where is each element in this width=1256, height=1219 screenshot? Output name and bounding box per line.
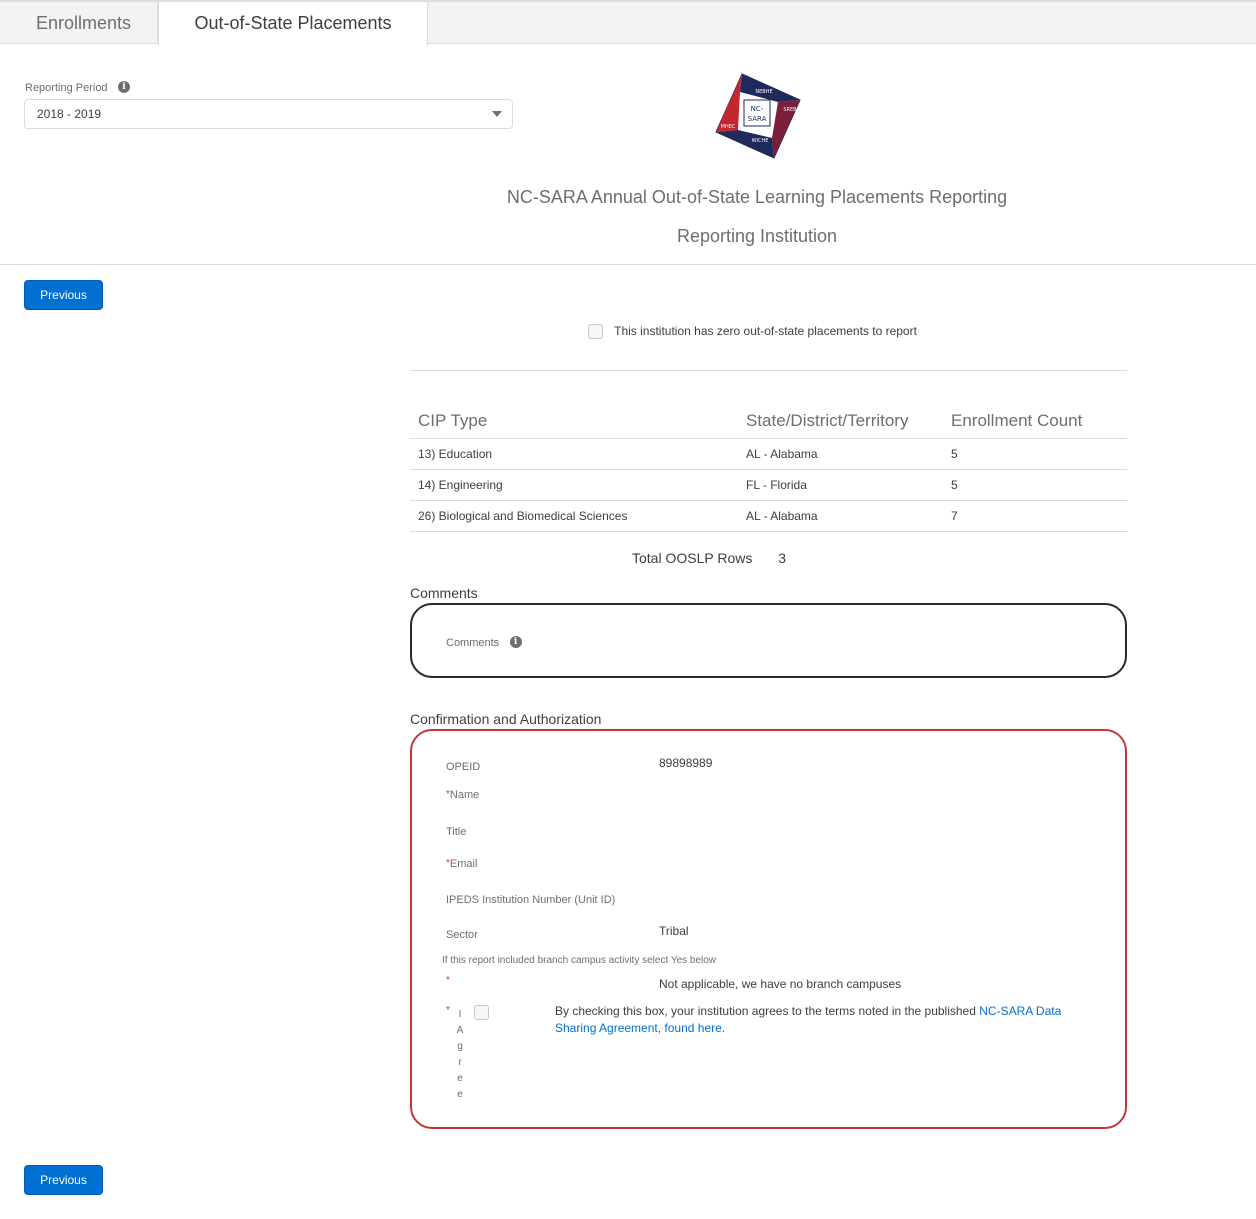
branch-required-marker: * <box>446 975 450 987</box>
zero-placements-row: This institution has zero out-of-state p… <box>588 324 917 340</box>
opeid-label: OPEID <box>446 761 481 773</box>
tab-bar: Enrollments Out-of-State Placements <box>0 0 1256 46</box>
reporting-period-label: Reporting Period i <box>25 78 131 96</box>
comments-label: Comments i <box>446 633 522 651</box>
logo-top-text: NEBHE <box>755 89 772 95</box>
email-label-text: Email <box>449 858 478 870</box>
placements-table: CIP Type State/District/Territory Enroll… <box>410 404 1127 532</box>
agree-terms-text: By checking this box, your institution a… <box>555 1003 1095 1037</box>
agree-terms-body: By checking this box, your institution a… <box>555 1004 980 1018</box>
total-rows-label: Total OOSLP Rows <box>632 550 753 566</box>
table-row: 13) Education AL - Alabama 5 <box>410 438 1127 470</box>
reporting-period-value: 2018 - 2019 <box>37 107 102 121</box>
required-marker: * <box>446 975 450 986</box>
cell-cip-type: 13) Education <box>410 438 738 470</box>
comments-section-title: Comments <box>410 585 478 601</box>
cell-enrollment-count: 5 <box>943 469 1127 501</box>
info-icon[interactable]: i <box>509 635 522 648</box>
agree-label: I Agree <box>456 1007 464 1103</box>
cell-cip-type: 14) Engineering <box>410 469 738 501</box>
logo-left-text: MHEC <box>721 124 736 130</box>
previous-button-bottom[interactable]: Previous <box>24 1165 103 1195</box>
nc-sara-logo: NC- SARA NEBHE SREB WICHE MHEC <box>715 73 801 159</box>
page-title: NC-SARA Annual Out-of-State Learning Pla… <box>506 187 1008 207</box>
table-header-row: CIP Type State/District/Territory Enroll… <box>410 404 1127 439</box>
logo-right-text: SREB <box>783 107 797 113</box>
total-rows-value: 3 <box>778 550 787 566</box>
header-cip-type: CIP Type <box>410 404 738 439</box>
ipeds-label: IPEDS Institution Number (Unit ID) <box>446 894 616 906</box>
agree-checkbox[interactable] <box>474 1005 489 1020</box>
page-subtitle: Reporting Institution <box>676 226 838 246</box>
zero-placements-label: This institution has zero out-of-state p… <box>614 324 917 338</box>
table-row: 26) Biological and Biomedical Sciences A… <box>410 500 1127 532</box>
table-row: 14) Engineering FL - Florida 5 <box>410 469 1127 501</box>
chevron-down-icon <box>492 111 502 117</box>
cell-enrollment-count: 7 <box>943 500 1127 532</box>
name-label: *Name <box>446 789 479 801</box>
reporting-period-select[interactable]: 2018 - 2019 <box>24 99 513 129</box>
sector-value: Tribal <box>659 924 689 938</box>
header-enrollment-count: Enrollment Count <box>943 404 1127 439</box>
email-label: *Email <box>446 858 477 870</box>
logo-bottom-text: WICHE <box>752 138 769 144</box>
branch-campus-note: If this report included branch campus ac… <box>442 955 717 966</box>
total-rows: Total OOSLP Rows 3 <box>632 550 786 566</box>
header-divider <box>0 264 1256 265</box>
cell-cip-type: 26) Biological and Biomedical Sciences <box>410 500 738 532</box>
reporting-period-label-text: Reporting Period <box>25 82 108 94</box>
cell-state: AL - Alabama <box>738 500 943 532</box>
info-icon[interactable]: i <box>118 80 131 93</box>
cell-state: FL - Florida <box>738 469 943 501</box>
required-marker: * <box>446 1005 450 1016</box>
opeid-value: 89898989 <box>659 756 713 770</box>
comments-panel[interactable]: Comments i <box>410 603 1127 678</box>
confirmation-section-title: Confirmation and Authorization <box>410 711 602 727</box>
agree-required-marker: * <box>446 1005 450 1017</box>
comments-label-text: Comments <box>446 637 500 649</box>
tab-enrollments[interactable]: Enrollments <box>10 2 158 44</box>
section-divider <box>410 370 1127 371</box>
cell-enrollment-count: 5 <box>943 438 1127 470</box>
title-label: Title <box>446 826 467 838</box>
tab-out-of-state-placements[interactable]: Out-of-State Placements <box>158 2 428 46</box>
zero-placements-checkbox[interactable] <box>588 324 603 340</box>
logo-center-line1: NC- <box>751 105 764 113</box>
name-label-text: Name <box>449 789 480 801</box>
agree-label-text: I Agree <box>456 1009 464 1100</box>
previous-button[interactable]: Previous <box>24 280 103 310</box>
branch-campus-value[interactable]: Not applicable, we have no branch campus… <box>659 977 901 991</box>
sector-label: Sector <box>446 929 478 941</box>
header-state: State/District/Territory <box>738 404 943 439</box>
cell-state: AL - Alabama <box>738 438 943 470</box>
logo-center-line2: SARA <box>748 115 767 123</box>
confirmation-panel: OPEID 89898989 *Name Title *Email IPEDS … <box>410 729 1127 1129</box>
